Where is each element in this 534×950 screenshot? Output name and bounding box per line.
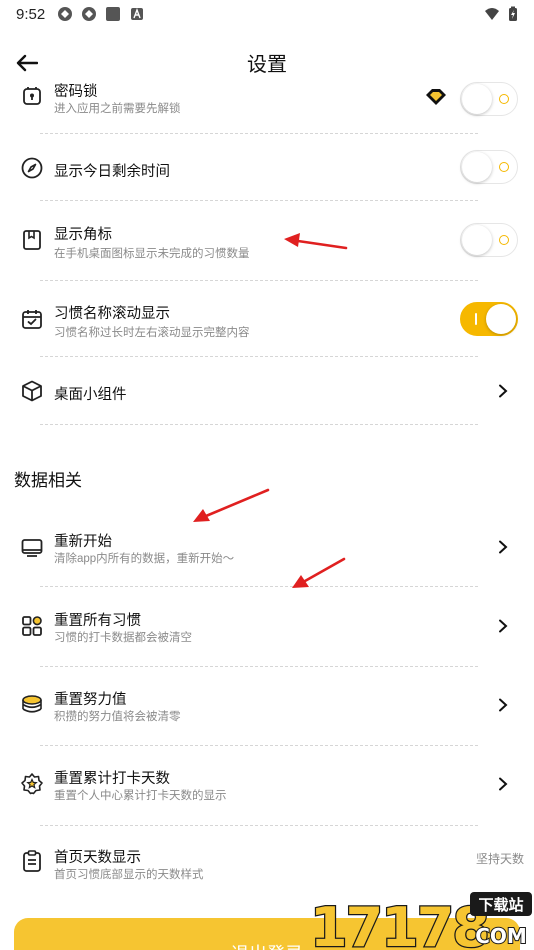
setting-row-reset-checkin-days[interactable]: 重置累计打卡天数 重置个人中心累计打卡天数的显示	[0, 765, 534, 815]
compass-icon	[21, 157, 43, 179]
bookmark-icon	[23, 230, 41, 250]
annotation-arrow	[193, 488, 270, 522]
setting-row-password-lock[interactable]: 密码锁 进入应用之前需要先解锁	[0, 80, 534, 132]
row-title: 重置努力值	[54, 692, 127, 708]
logout-label: 退出登录	[231, 940, 303, 950]
status-time: 9:52	[16, 5, 46, 23]
row-title: 首页天数显示	[54, 850, 141, 866]
system-icons	[484, 6, 518, 22]
chevron-right-icon	[499, 698, 508, 712]
row-title: 重置所有习惯	[54, 613, 141, 629]
row-subtitle: 习惯名称过长时左右滚动显示完整内容	[54, 327, 250, 339]
watermark: 17178 下载站 COM	[308, 888, 534, 950]
setting-row-scroll-name[interactable]: 习惯名称滚动显示 习惯名称过长时左右滚动显示完整内容	[0, 300, 534, 348]
chevron-right-icon	[499, 540, 508, 554]
row-title: 桌面小组件	[54, 387, 127, 403]
chevron-right-icon	[499, 777, 508, 791]
divider	[40, 586, 478, 587]
divider	[40, 356, 478, 357]
watermark-badge: 下载站	[478, 896, 523, 914]
setting-row-widget[interactable]: 桌面小组件	[0, 372, 534, 412]
grid-icon	[22, 616, 42, 636]
divider	[40, 133, 478, 134]
scroll-name-toggle[interactable]	[460, 302, 518, 336]
monitor-icon	[21, 539, 43, 557]
app-notification-icon	[82, 7, 97, 21]
calendar-check-icon	[22, 310, 42, 329]
badge-toggle[interactable]	[460, 223, 518, 257]
row-subtitle: 积攒的努力值将会被清零	[54, 711, 181, 723]
watermark-domain: COM	[475, 924, 527, 948]
chevron-right-icon	[499, 384, 508, 398]
row-title: 习惯名称滚动显示	[54, 306, 170, 322]
setting-row-reset-effort[interactable]: 重置努力值 积攒的努力值将会被清零	[0, 686, 534, 736]
row-title: 显示今日剩余时间	[54, 164, 170, 180]
clipboard-icon	[23, 850, 41, 872]
divider	[40, 200, 478, 201]
row-title: 密码锁	[54, 84, 98, 100]
divider	[40, 280, 478, 281]
row-subtitle: 重置个人中心累计打卡天数的显示	[54, 790, 227, 802]
a-notification-icon	[131, 8, 144, 20]
cube-icon	[22, 380, 42, 402]
divider	[40, 745, 478, 746]
watermark-logo: 17178 下载站 COM	[309, 892, 532, 950]
setting-row-badge[interactable]: 显示角标 在手机桌面图标显示未完成的习惯数量	[0, 220, 534, 268]
password-lock-toggle[interactable]	[460, 82, 518, 116]
row-subtitle: 清除app内所有的数据，重新开始～	[54, 553, 235, 565]
app-notification-icon	[58, 7, 73, 21]
vip-diamond-icon	[426, 89, 446, 105]
remaining-time-toggle[interactable]	[460, 150, 518, 184]
lock-icon	[23, 87, 41, 105]
row-title: 显示角标	[54, 227, 112, 243]
chevron-right-icon	[499, 619, 508, 633]
setting-row-remaining-time[interactable]: 显示今日剩余时间	[0, 148, 534, 188]
setting-row-reset-habits[interactable]: 重置所有习惯 习惯的打卡数据都会被清空	[0, 607, 534, 657]
square-notification-icon	[106, 7, 121, 21]
row-subtitle: 习惯的打卡数据都会被清空	[54, 632, 192, 644]
battery-icon	[509, 6, 517, 21]
row-subtitle: 首页习惯底部显示的天数样式	[54, 869, 204, 881]
row-subtitle: 进入应用之前需要先解锁	[54, 103, 181, 115]
notification-icons	[57, 6, 145, 22]
setting-row-restart[interactable]: 重新开始 清除app内所有的数据，重新开始～	[0, 528, 534, 578]
back-button[interactable]	[12, 48, 42, 78]
divider	[40, 825, 478, 826]
setting-row-home-days-display[interactable]: 首页天数显示 首页习惯底部显示的天数样式 坚持天数	[0, 844, 534, 894]
coin-stack-icon	[22, 695, 42, 713]
divider	[40, 666, 478, 667]
status-bar: 9:52	[0, 0, 534, 28]
divider	[40, 424, 478, 425]
row-subtitle: 在手机桌面图标显示未完成的习惯数量	[54, 248, 250, 260]
row-title: 重置累计打卡天数	[54, 771, 170, 787]
section-header: 数据相关	[14, 471, 82, 490]
star-badge-icon	[21, 773, 43, 795]
app-bar: 设置	[0, 40, 534, 84]
watermark-number: 17178	[310, 896, 488, 950]
arrow-left-icon	[16, 54, 38, 72]
row-title: 重新开始	[54, 534, 112, 550]
home-days-display-value: 坚持天数	[476, 852, 525, 866]
page-title: 设置	[247, 53, 287, 76]
wifi-icon	[485, 8, 499, 20]
